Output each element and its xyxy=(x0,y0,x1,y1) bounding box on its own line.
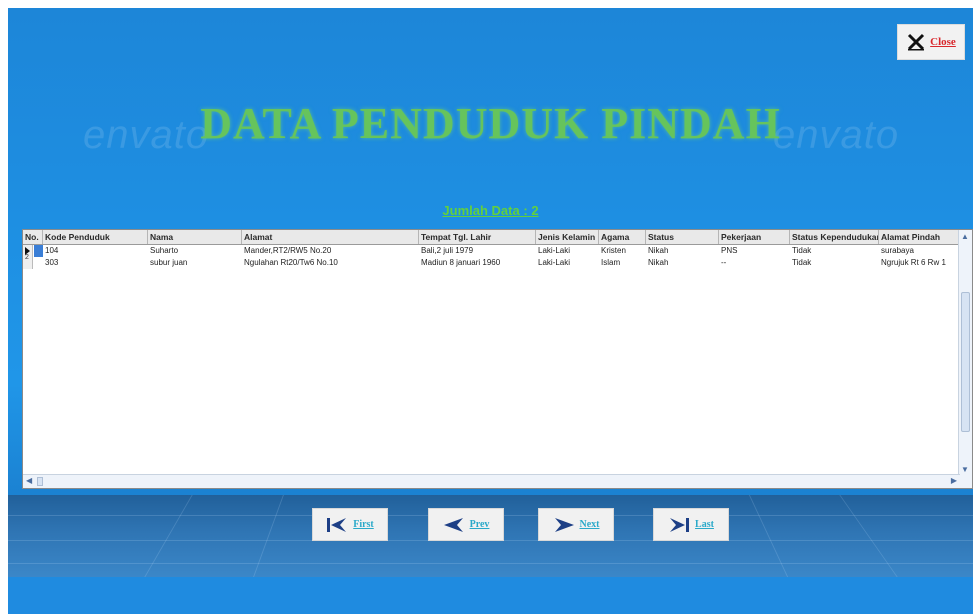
cell-kependudukan[interactable]: Tidak xyxy=(790,245,879,257)
col-header-jk[interactable]: Jenis Kelamin xyxy=(536,230,599,244)
cell-status[interactable]: Nikah xyxy=(646,245,719,257)
col-header-kependudukan[interactable]: Status Kependudukan xyxy=(790,230,879,244)
cell-alamat[interactable]: Mander,RT2/RW5 No.20 xyxy=(242,245,419,257)
cell-nama[interactable]: subur juan xyxy=(148,257,242,269)
first-label: First xyxy=(353,519,374,530)
scroll-down-icon[interactable]: ▼ xyxy=(961,465,969,474)
cell-pekerjaan[interactable]: PNS xyxy=(719,245,790,257)
cell-status[interactable]: Nikah xyxy=(646,257,719,269)
scroll-left-icon[interactable]: ◀ xyxy=(26,476,32,485)
vertical-scrollbar[interactable]: ▲ ▼ xyxy=(958,230,972,488)
cell-no xyxy=(34,245,43,257)
next-arrow-icon xyxy=(554,517,574,532)
next-label: Next xyxy=(579,519,600,530)
main-window: envato envato DATA PENDUDUK PINDAH Close… xyxy=(8,8,973,614)
col-header-agama[interactable]: Agama xyxy=(599,230,646,244)
record-count: Jumlah Data : 2 xyxy=(8,203,973,218)
next-button[interactable]: Next xyxy=(538,508,614,541)
grid-line xyxy=(144,495,193,577)
last-arrow-icon xyxy=(670,517,690,532)
record-count-separator: : xyxy=(523,203,528,218)
grid-line xyxy=(253,495,284,577)
cell-agama[interactable]: Kristen xyxy=(599,245,646,257)
scroll-up-icon[interactable]: ▲ xyxy=(961,232,969,241)
grid-line xyxy=(748,495,789,577)
row-number: 2 xyxy=(25,254,29,261)
col-header-ttl[interactable]: Tempat Tgl. Lahir xyxy=(419,230,536,244)
cell-kode[interactable]: 303 xyxy=(43,257,148,269)
col-header-alamat-pindah[interactable]: Alamat Pindah xyxy=(879,230,960,244)
cell-alamat-pindah[interactable]: surabaya xyxy=(879,245,960,257)
horizontal-scroll-thumb[interactable] xyxy=(37,477,43,486)
col-header-pekerjaan[interactable]: Pekerjaan xyxy=(719,230,790,244)
grid-line xyxy=(839,495,898,577)
cell-alamat-pindah[interactable]: Ngrujuk Rt 6 Rw 1 xyxy=(879,257,960,269)
last-button[interactable]: Last xyxy=(653,508,729,541)
last-label: Last xyxy=(695,519,714,530)
record-count-label: Jumlah Data xyxy=(442,203,520,218)
cell-kode[interactable]: 104 xyxy=(43,245,148,257)
cell-agama[interactable]: Islam xyxy=(599,257,646,269)
cell-jk[interactable]: Laki-Laki xyxy=(536,245,599,257)
col-header-no[interactable]: No. xyxy=(23,230,43,244)
close-button[interactable]: Close xyxy=(897,24,965,60)
page-title: DATA PENDUDUK PINDAH xyxy=(200,99,781,148)
cell-kependudukan[interactable]: Tidak xyxy=(790,257,879,269)
prev-arrow-icon xyxy=(443,517,463,532)
cell-pekerjaan[interactable]: -- xyxy=(719,257,790,269)
cell-alamat[interactable]: Ngulahan Rt20/Tw6 No.10 xyxy=(242,257,419,269)
cell-ttl[interactable]: Bali,2 juli 1979 xyxy=(419,245,536,257)
row-selector[interactable]: 2 xyxy=(23,254,33,269)
col-header-nama[interactable]: Nama xyxy=(148,230,242,244)
col-header-status[interactable]: Status xyxy=(646,230,719,244)
col-header-kode[interactable]: Kode Penduduk xyxy=(43,230,148,244)
horizontal-scrollbar[interactable]: ◀ ▶ xyxy=(23,474,960,488)
prev-button[interactable]: Prev xyxy=(428,508,504,541)
prev-label: Prev xyxy=(469,519,490,530)
cell-ttl[interactable]: Madiun 8 januari 1960 xyxy=(419,257,536,269)
scroll-right-icon[interactable]: ▶ xyxy=(951,476,957,485)
table-row[interactable]: 2 303 subur juan Ngulahan Rt20/Tw6 No.10… xyxy=(23,254,960,269)
first-button[interactable]: First xyxy=(312,508,388,541)
close-x-icon xyxy=(908,33,925,51)
record-count-value: 2 xyxy=(531,203,539,218)
close-label: Close xyxy=(930,36,956,48)
first-arrow-icon xyxy=(327,517,347,532)
data-grid[interactable]: No. Kode Penduduk Nama Alamat Tempat Tgl… xyxy=(22,229,973,489)
footer-bar xyxy=(8,577,973,614)
cell-jk[interactable]: Laki-Laki xyxy=(536,257,599,269)
col-header-alamat[interactable]: Alamat xyxy=(242,230,419,244)
cell-nama[interactable]: Suharto xyxy=(148,245,242,257)
grid-header: No. Kode Penduduk Nama Alamat Tempat Tgl… xyxy=(23,230,960,245)
vertical-scroll-thumb[interactable] xyxy=(961,292,970,432)
table-row[interactable]: 104 Suharto Mander,RT2/RW5 No.20 Bali,2 … xyxy=(23,245,960,257)
